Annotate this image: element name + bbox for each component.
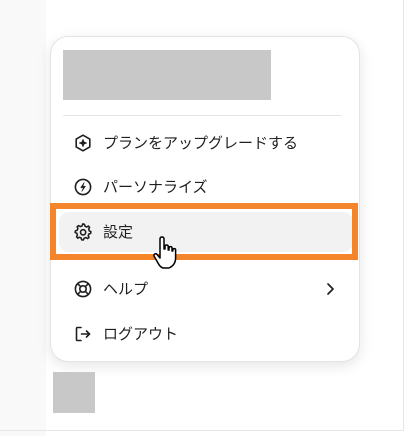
menu-item-label: ログアウト <box>103 325 179 343</box>
upgrade-sparkle-icon <box>73 133 93 153</box>
menu-item-help[interactable]: ヘルプ <box>59 269 353 309</box>
logout-icon <box>73 324 93 344</box>
panel-bottom-border <box>0 430 404 431</box>
menu-item-label: プランをアップグレードする <box>103 134 299 152</box>
account-menu: プランをアップグレードする パーソナライズ 設定 ヘルプ ログアウト <box>50 36 360 362</box>
menu-item-personalize[interactable]: パーソナライズ <box>59 167 353 207</box>
menu-item-logout[interactable]: ログアウト <box>59 314 353 354</box>
panel-right-border <box>403 0 404 430</box>
menu-item-label: 設定 <box>103 223 134 241</box>
chevron-right-icon <box>321 280 339 298</box>
menu-divider <box>63 115 341 116</box>
lifebuoy-icon <box>73 279 93 299</box>
gear-icon <box>73 222 93 242</box>
menu-item-settings[interactable]: 設定 <box>59 212 353 252</box>
avatar-redacted <box>53 372 95 413</box>
menu-item-upgrade-plan[interactable]: プランをアップグレードする <box>59 123 353 163</box>
account-info-redacted <box>63 50 271 100</box>
menu-item-label: ヘルプ <box>103 280 149 298</box>
personalize-icon <box>73 177 93 197</box>
sidebar-background <box>0 0 46 436</box>
menu-item-label: パーソナライズ <box>103 178 208 196</box>
